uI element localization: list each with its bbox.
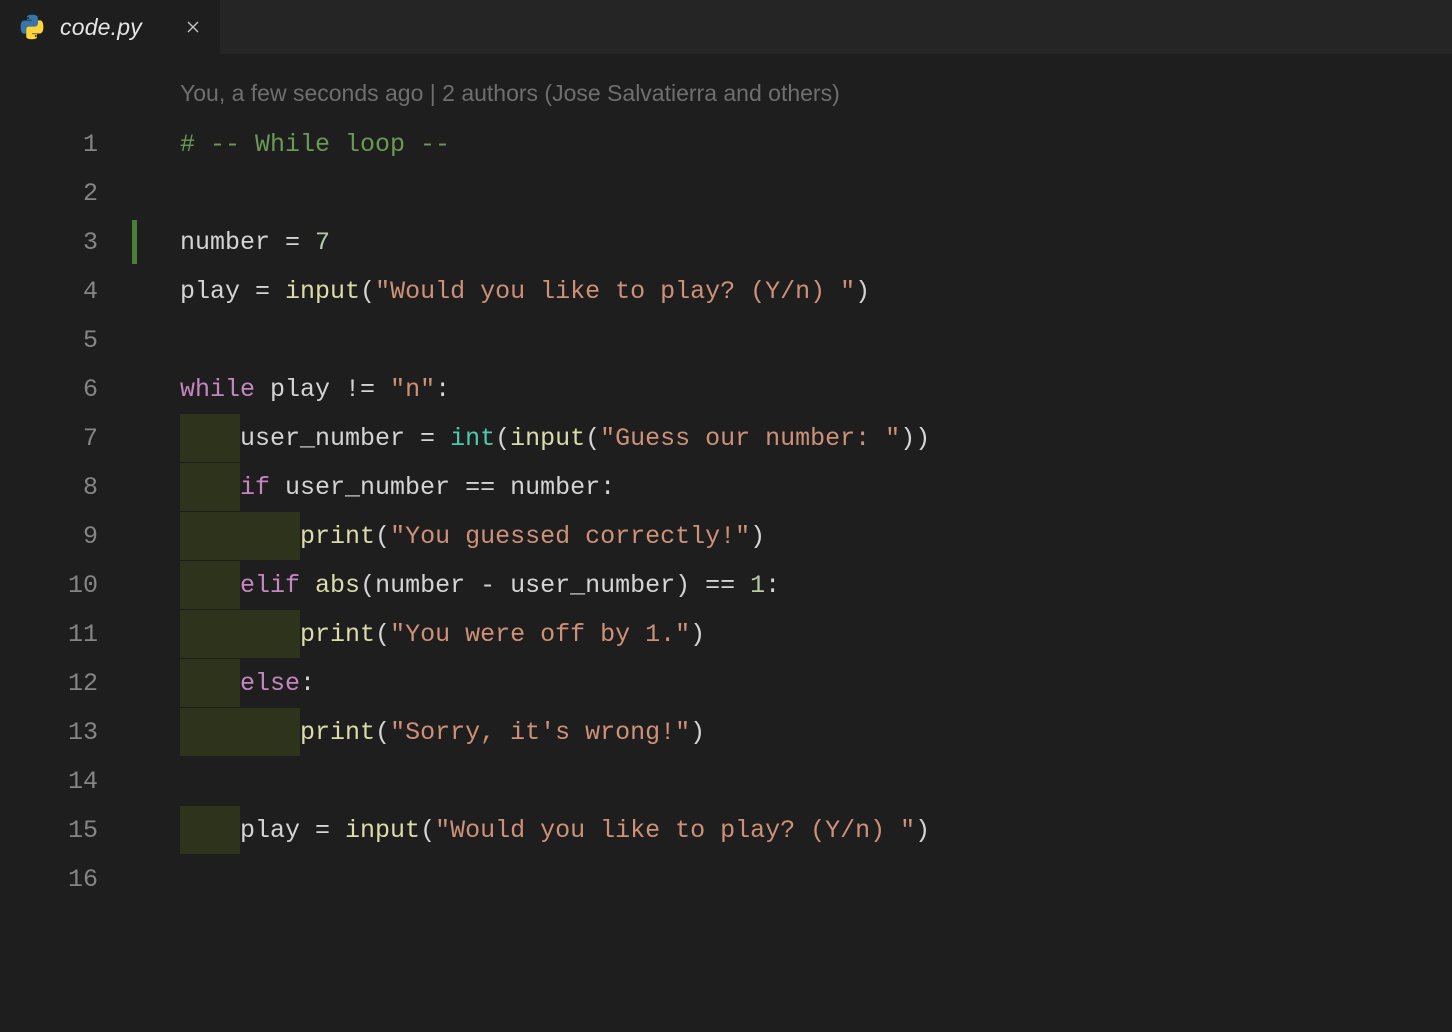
gutter-decoration [132, 463, 140, 512]
line-number: 3 [0, 218, 132, 267]
gutter-decoration [132, 512, 140, 561]
gutter-decoration [132, 120, 140, 169]
gutter-decoration [132, 169, 140, 218]
gutter-added-marker [132, 220, 137, 264]
gutter-decoration [132, 267, 140, 316]
line-number: 13 [0, 708, 132, 757]
line-number: 9 [0, 512, 132, 561]
line-number: 4 [0, 267, 132, 316]
code-line[interactable]: 15 play = input("Would you like to play?… [0, 806, 1452, 855]
line-number: 1 [0, 120, 132, 169]
gutter-decoration [132, 855, 140, 904]
line-number: 14 [0, 757, 132, 806]
gutter-decoration [132, 757, 140, 806]
code-line[interactable]: 13 print("Sorry, it's wrong!") [0, 708, 1452, 757]
code-line[interactable]: 5 [0, 316, 1452, 365]
close-icon[interactable] [184, 18, 202, 36]
line-number: 11 [0, 610, 132, 659]
line-number: 6 [0, 365, 132, 414]
code-line[interactable]: 8 if user_number == number: [0, 463, 1452, 512]
line-number: 5 [0, 316, 132, 365]
line-number: 12 [0, 659, 132, 708]
code-line[interactable]: 10 elif abs(number - user_number) == 1: [0, 561, 1452, 610]
gutter-decoration [132, 218, 140, 267]
code-line[interactable]: 6 while play != "n": [0, 365, 1452, 414]
code-line[interactable]: 3 number = 7 [0, 218, 1452, 267]
code-line[interactable]: 11 print("You were off by 1.") [0, 610, 1452, 659]
line-number: 8 [0, 463, 132, 512]
editor[interactable]: You, a few seconds ago | 2 authors (Jose… [0, 54, 1452, 904]
gutter-decoration [132, 806, 140, 855]
git-codelens[interactable]: You, a few seconds ago | 2 authors (Jose… [180, 80, 840, 107]
code-line[interactable]: 4 play = input("Would you like to play? … [0, 267, 1452, 316]
code-line[interactable]: 14 [0, 757, 1452, 806]
gutter-decoration [132, 708, 140, 757]
gutter-decoration [132, 659, 140, 708]
code-area[interactable]: 1 # -- While loop -- 2 3 number = 7 4 pl… [0, 80, 1452, 904]
tab-title: code.py [60, 14, 142, 41]
gutter-decoration [132, 414, 140, 463]
python-icon [18, 13, 46, 41]
code-line[interactable]: 9 print("You guessed correctly!") [0, 512, 1452, 561]
line-number: 10 [0, 561, 132, 610]
code-line[interactable]: 16 [0, 855, 1452, 904]
gutter-decoration [132, 365, 140, 414]
line-number: 15 [0, 806, 132, 855]
code-line[interactable]: 12 else: [0, 659, 1452, 708]
code-line[interactable]: 2 [0, 169, 1452, 218]
tab-bar: code.py [0, 0, 1452, 54]
line-number: 16 [0, 855, 132, 904]
line-number: 7 [0, 414, 132, 463]
code-line[interactable]: 1 # -- While loop -- [0, 120, 1452, 169]
code-line[interactable]: 7 user_number = int(input("Guess our num… [0, 414, 1452, 463]
gutter-decoration [132, 316, 140, 365]
tab-code-py[interactable]: code.py [0, 0, 220, 54]
gutter-decoration [132, 561, 140, 610]
line-number: 2 [0, 169, 132, 218]
gutter-decoration [132, 610, 140, 659]
